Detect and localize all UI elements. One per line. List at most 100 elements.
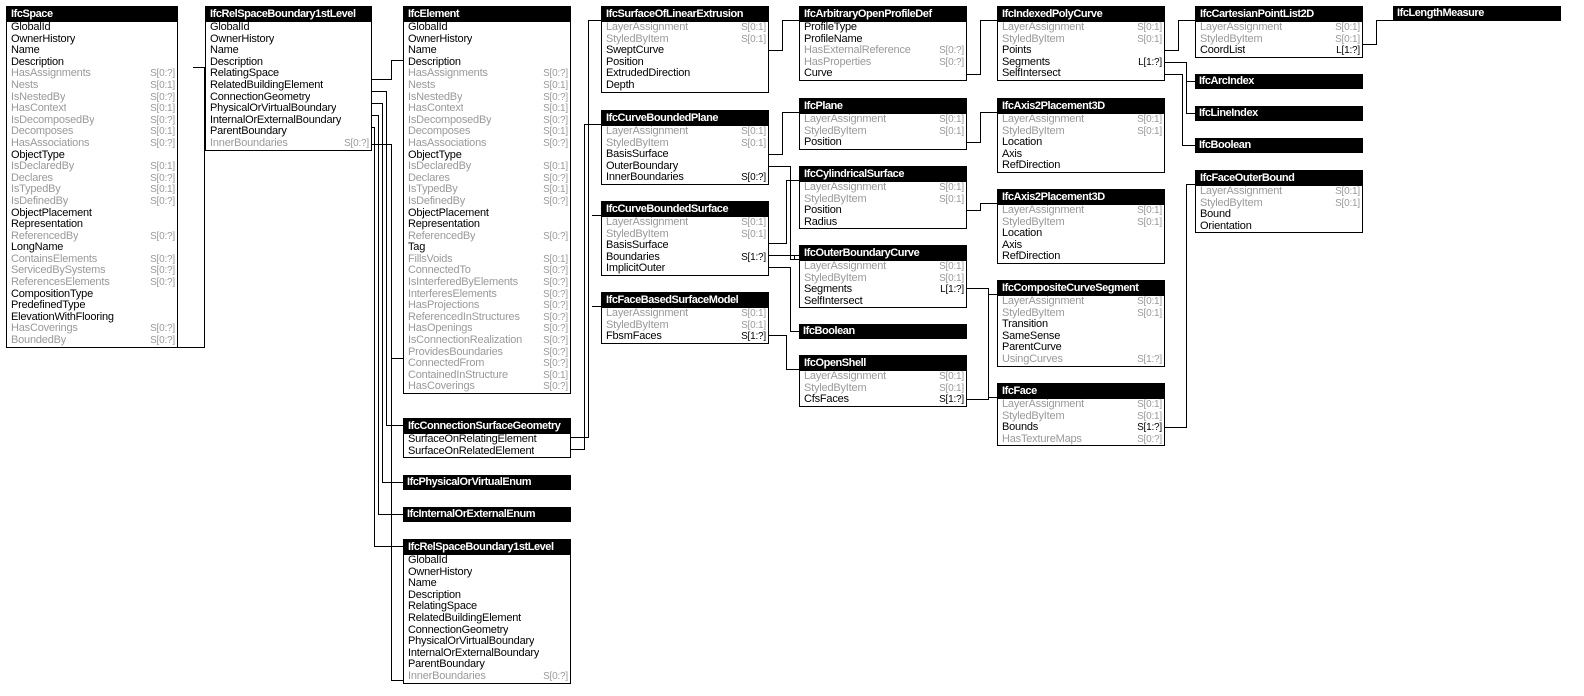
attribute-cardinality: S[0:?]: [1137, 433, 1162, 445]
attribute-name: Segments: [804, 284, 852, 296]
entity-box-ifcrelspaceboundary1stlevel-bottom[interactable]: IfcRelSpaceBoundary1stLevel GlobalId Owner…: [403, 539, 571, 684]
entity-box-ifcfacebasedsurfacemodel[interactable]: IfcFaceBasedSurfaceModel LayerAssignment S…: [601, 292, 769, 344]
attribute-row: HasOpenings S[0:?]: [404, 323, 570, 335]
entity-box-ifcphysicalorvirtualenum[interactable]: IfcPhysicalOrVirtualEnum: [403, 475, 571, 490]
attribute-row: PhysicalOrVirtualBoundary: [404, 636, 570, 648]
attribute-cardinality: S[0:1]: [939, 125, 964, 137]
attribute-name: LayerAssignment: [1002, 296, 1084, 307]
attribute-name: ReferencedBy: [11, 230, 79, 242]
attribute-cardinality: S[0:1]: [741, 137, 766, 149]
attribute-name: Declares: [408, 172, 450, 184]
entity-box-ifcarcindex[interactable]: IfcArcIndex: [1195, 74, 1363, 89]
attribute-row: PredefinedType: [7, 300, 177, 312]
attribute-row: HasAssignments S[0:?]: [7, 68, 177, 80]
attribute-name: RefDirection: [1002, 251, 1061, 263]
connector-line: [372, 144, 392, 145]
attribute-name: CoordList: [1200, 45, 1246, 57]
entity-box-ifcopenshell[interactable]: IfcOpenShell LayerAssignment S[0:1] StyledB…: [799, 355, 967, 407]
attribute-cardinality: L[1:?]: [940, 284, 964, 296]
attribute-cardinality: S[0:?]: [939, 56, 964, 68]
connector-line: [1182, 145, 1195, 146]
attribute-row: CompositionType: [7, 289, 177, 301]
attribute-row: CfsFaces S[1:?]: [800, 394, 966, 406]
attribute-row: RelatingSpace: [206, 68, 371, 80]
attribute-name: Curve: [804, 68, 833, 80]
attribute-row: ObjectPlacement: [404, 208, 570, 220]
attribute-name: GlobalId: [408, 555, 448, 566]
attribute-row: LayerAssignment S[0:1]: [998, 114, 1164, 126]
connector-line: [769, 50, 783, 51]
entity-box-ifcboolean-col5[interactable]: IfcBoolean: [799, 324, 967, 339]
connector-line: [372, 79, 392, 80]
entity-box-ifcfaceouterbound[interactable]: IfcFaceOuterBound LayerAssignment S[0:1] St…: [1195, 170, 1363, 234]
attribute-name: OwnerHistory: [210, 33, 275, 45]
attribute-row: Bounds S[1:?]: [998, 422, 1164, 434]
entity-attribute-list: GlobalId OwnerHistory Name Description HasAs…: [7, 22, 177, 347]
entity-box-ifcspace[interactable]: IfcSpace GlobalId OwnerHistory Name Descript…: [6, 6, 178, 348]
entity-box-ifcaxis2placement3d-2[interactable]: IfcAxis2Placement3D LayerAssignment S[0:1]…: [997, 189, 1165, 264]
attribute-name: ConnectedTo: [408, 265, 471, 277]
entity-box-ifclengthmeasure[interactable]: IfcLengthMeasure: [1393, 6, 1561, 21]
attribute-name: IsTypedBy: [408, 184, 458, 196]
entity-box-ifccylindricalsurface[interactable]: IfcCylindricalSurface LayerAssignment S[0:…: [799, 166, 967, 230]
attribute-name: HasContext: [408, 103, 464, 115]
attribute-row: Declares S[0:?]: [404, 173, 570, 185]
attribute-name: StyledByItem: [606, 33, 669, 45]
entity-box-ifcconnectionsurfacegeometry[interactable]: IfcConnectionSurfaceGeometry SurfaceOnRel…: [403, 418, 571, 459]
connector-line: [391, 680, 403, 681]
attribute-cardinality: S[0:1]: [1137, 22, 1162, 33]
attribute-row: HasProjections S[0:?]: [404, 300, 570, 312]
entity-box-ifcelement[interactable]: IfcElement GlobalId OwnerHistory Name Descri…: [403, 6, 571, 394]
entity-attribute-list: LayerAssignment S[0:1] StyledByItem S[0:1] C…: [1196, 22, 1362, 57]
attribute-row: RelatingSpace: [404, 601, 570, 613]
attribute-cardinality: S[0:?]: [543, 91, 568, 103]
connector-line: [988, 397, 997, 398]
connector-line: [374, 546, 403, 547]
attribute-name: RelatingSpace: [210, 68, 279, 80]
entity-box-ifcarbitraryopenprofiledef[interactable]: IfcArbitraryOpenProfileDef ProfileType Pro…: [799, 6, 967, 81]
attribute-name: ObjectType: [408, 149, 462, 161]
attribute-name: HasAssignments: [11, 68, 91, 80]
attribute-row: ConnectedTo S[0:?]: [404, 265, 570, 277]
entity-box-ifcindexedpolycurve[interactable]: IfcIndexedPolyCurve LayerAssignment S[0:1]…: [997, 6, 1165, 81]
entity-title: IfcCartesianPointList2D: [1196, 7, 1362, 22]
entity-box-ifcrelspaceboundary1stlevel-top[interactable]: IfcRelSpaceBoundary1stLevel GlobalId Owner…: [205, 6, 372, 151]
connector-line: [967, 288, 989, 289]
entity-box-ifcboolean-col7[interactable]: IfcBoolean: [1195, 138, 1363, 153]
attribute-name: ServicedBySystems: [11, 265, 106, 277]
attribute-row: InnerBoundaries S[0:?]: [404, 671, 570, 683]
attribute-row: ElevationWithFlooring: [7, 312, 177, 324]
entity-box-ifccompositecurvesegment[interactable]: IfcCompositeCurveSegment LayerAssignment S…: [997, 280, 1165, 367]
entity-box-ifcouterboundarycurve[interactable]: IfcOuterBoundaryCurve LayerAssignment S[0:…: [799, 245, 967, 309]
entity-box-ifcface[interactable]: IfcFace LayerAssignment S[0:1] StyledByItem…: [997, 383, 1165, 447]
entity-box-ifcsurfaceoflinearextrusion[interactable]: IfcSurfaceOfLinearExtrusion LayerAssignme…: [601, 6, 769, 93]
attribute-name: IsNestedBy: [11, 91, 66, 103]
entity-box-ifcaxis2placement3d-1[interactable]: IfcAxis2Placement3D LayerAssignment S[0:1]…: [997, 98, 1165, 173]
attribute-name: Location: [1002, 137, 1042, 149]
entity-title: IfcLengthMeasure: [1393, 6, 1561, 21]
entity-box-ifccartesianpointlist2d[interactable]: IfcCartesianPointList2D LayerAssignment S[…: [1195, 6, 1363, 58]
attribute-cardinality: S[0:?]: [150, 68, 175, 80]
attribute-name: Orientation: [1200, 220, 1252, 232]
attribute-row: ImplicitOuter: [602, 263, 768, 275]
connector-line: [374, 127, 375, 546]
attribute-row: OwnerHistory: [404, 34, 570, 46]
attribute-cardinality: S[0:1]: [741, 228, 766, 240]
attribute-name: InternalOrExternalBoundary: [408, 647, 540, 659]
entity-box-ifcinternalorexternalenum[interactable]: IfcInternalOrExternalEnum: [403, 507, 571, 522]
attribute-name: StyledByItem: [606, 228, 669, 240]
attribute-row: Name: [404, 578, 570, 590]
entity-box-ifccurveboundedsurface[interactable]: IfcCurveBoundedSurface LayerAssignment S[0…: [601, 201, 769, 276]
attribute-row: InternalOrExternalBoundary: [206, 115, 371, 127]
attribute-name: StyledByItem: [1200, 197, 1263, 209]
attribute-name: InterferesElements: [408, 288, 497, 300]
attribute-name: ReferencedInStructures: [408, 311, 520, 323]
entity-box-ifclineindex[interactable]: IfcLineIndex: [1195, 106, 1363, 121]
entity-box-ifccurveboundedplane[interactable]: IfcCurveBoundedPlane LayerAssignment S[0:1…: [601, 110, 769, 185]
attribute-name: StyledByItem: [804, 382, 867, 394]
attribute-cardinality: S[0:?]: [543, 346, 568, 358]
entity-box-ifcplane[interactable]: IfcPlane LayerAssignment S[0:1] StyledByIte…: [799, 98, 967, 150]
connector-line: [382, 482, 403, 483]
attribute-row: LayerAssignment S[0:1]: [800, 261, 966, 273]
attribute-row: StyledByItem S[0:1]: [998, 411, 1164, 423]
